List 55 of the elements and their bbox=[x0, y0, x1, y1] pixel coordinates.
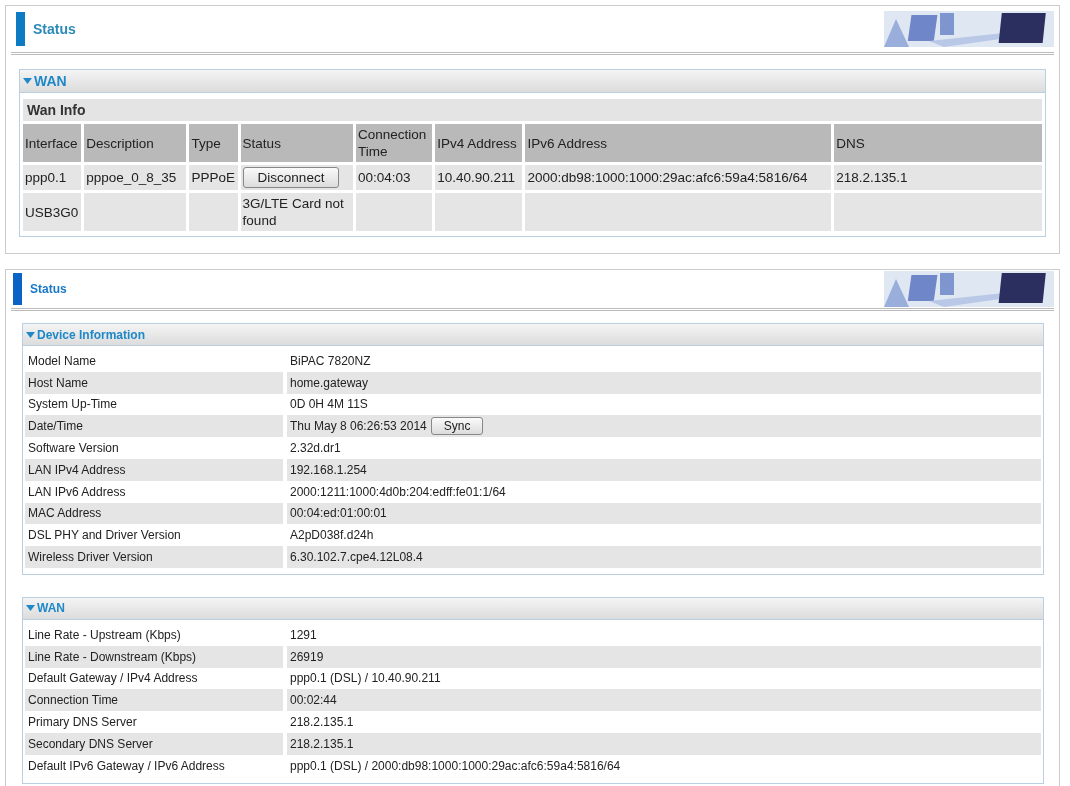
disconnect-button[interactable]: Disconnect bbox=[242, 167, 340, 188]
column-header: Interface bbox=[23, 124, 82, 162]
field-label: LAN IPv4 Address bbox=[25, 459, 283, 481]
field-value: A2pD038f.d24h bbox=[290, 528, 374, 543]
field-label: MAC Address bbox=[25, 502, 283, 525]
section-title[interactable]: WAN bbox=[37, 601, 65, 616]
section-title[interactable]: Device Information bbox=[37, 327, 146, 342]
table-cell: ppp0.1 bbox=[23, 165, 82, 190]
column-header: Type bbox=[189, 124, 238, 162]
table-cell: 218.2.135.1 bbox=[834, 165, 1042, 190]
field-label: Date/Time bbox=[25, 415, 283, 438]
field-value: 192.168.1.254 bbox=[290, 462, 367, 477]
field-value: 2.32d.dr1 bbox=[290, 441, 341, 456]
table-cell: 2000:db98:1000:1000:29ac:afc6:59a4:5816/64 bbox=[525, 165, 832, 190]
field-label: Connection Time bbox=[25, 689, 283, 712]
caret-down-icon[interactable] bbox=[23, 78, 32, 84]
column-header: Description bbox=[84, 124, 187, 162]
caret-down-icon[interactable] bbox=[26, 605, 35, 612]
field-label: Line Rate - Downstream (Kbps) bbox=[25, 645, 283, 668]
column-header: Connection Time bbox=[355, 124, 433, 162]
field-label: Host Name bbox=[25, 371, 283, 394]
field-value: 26919 bbox=[290, 649, 324, 664]
table-cell: USB3G0 bbox=[23, 193, 82, 231]
title-marker bbox=[13, 273, 22, 305]
column-header: DNS bbox=[834, 124, 1042, 162]
panel-title: Status bbox=[30, 282, 67, 296]
field-value: Thu May 8 06:26:53 2014 bbox=[290, 419, 427, 434]
field-value: 6.30.102.7.cpe4.12L08.4 bbox=[290, 550, 423, 565]
field-value: 2000:1211:1000:4d0b:204:edff:fe01:1/64 bbox=[290, 484, 506, 499]
field-value: 00:02:44 bbox=[290, 693, 337, 708]
field-value: 218.2.135.1 bbox=[290, 715, 354, 730]
table-cell: pppoe_0_8_35 bbox=[84, 165, 187, 190]
table-caption: Wan Info bbox=[23, 99, 1042, 121]
field-value: 1291 bbox=[290, 627, 317, 642]
field-value: 218.2.135.1 bbox=[290, 736, 354, 751]
field-value: 0D 0H 4M 11S bbox=[290, 397, 368, 412]
column-header: IPv6 Address bbox=[525, 124, 832, 162]
field-value: home.gateway bbox=[290, 375, 369, 390]
table-cell: 10.40.90.211 bbox=[435, 165, 523, 190]
field-label: Secondary DNS Server bbox=[25, 732, 283, 755]
field-label: Wireless Driver Version bbox=[25, 546, 283, 568]
title-marker bbox=[16, 12, 25, 46]
section-title[interactable]: WAN bbox=[34, 73, 67, 89]
column-header: Status bbox=[240, 124, 353, 162]
table-cell: 00:04:03 bbox=[355, 165, 433, 190]
column-header: IPv4 Address bbox=[435, 124, 523, 162]
field-value: BiPAC 7820NZ bbox=[290, 353, 371, 368]
field-value: 00:04:ed:01:00:01 bbox=[290, 506, 387, 521]
sync-button[interactable]: Sync bbox=[430, 417, 484, 436]
panel-title: Status bbox=[33, 21, 76, 37]
field-value: ppp0.1 (DSL) / 10.40.90.211 bbox=[290, 671, 441, 686]
field-value: ppp0.1 (DSL) / 2000:db98:1000:1000:29ac:afc6:59a4:5816/64 bbox=[290, 758, 621, 773]
caret-down-icon[interactable] bbox=[26, 331, 35, 338]
table-cell: 3G/LTE Card not found bbox=[240, 193, 353, 231]
table-cell: PPPoE bbox=[189, 165, 238, 190]
